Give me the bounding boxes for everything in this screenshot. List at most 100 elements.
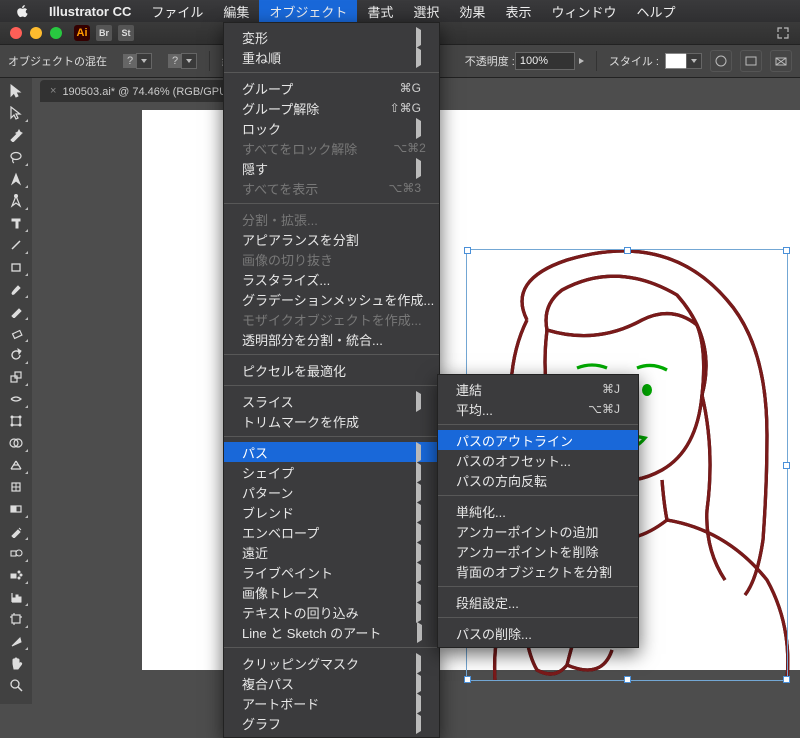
menu-item[interactable]: エンベロープ xyxy=(224,522,439,542)
stroke-dropdown[interactable] xyxy=(181,53,197,69)
tool-slice[interactable] xyxy=(2,630,30,652)
menu-item[interactable]: 複合パス xyxy=(224,673,439,693)
tool-perspective[interactable] xyxy=(2,454,30,476)
menu-edit[interactable]: 編集 xyxy=(213,0,259,22)
tool-width[interactable] xyxy=(2,388,30,410)
menu-item[interactable]: テキストの回り込み xyxy=(224,602,439,622)
tool-pen[interactable] xyxy=(2,168,30,190)
style-swatch[interactable] xyxy=(665,53,687,69)
document-tab[interactable]: × 190503.ai* @ 74.46% (RGB/GPU プ xyxy=(40,80,250,102)
menu-item[interactable]: アピアランスを分割 xyxy=(224,229,439,249)
menu-item[interactable]: 隠す xyxy=(224,158,439,178)
menu-item[interactable]: 遠近 xyxy=(224,542,439,562)
tools-panel xyxy=(0,78,32,704)
menu-item[interactable]: ブレンド xyxy=(224,502,439,522)
menu-item[interactable]: グループ⌘G xyxy=(224,78,439,98)
tool-rotate[interactable] xyxy=(2,344,30,366)
tool-curvature[interactable] xyxy=(2,190,30,212)
tool-direct-selection[interactable] xyxy=(2,102,30,124)
menu-object[interactable]: オブジェクト xyxy=(259,0,357,22)
tool-hand[interactable] xyxy=(2,652,30,674)
stock-panel-icon[interactable]: St xyxy=(118,25,134,41)
recolor-icon[interactable] xyxy=(710,50,732,72)
bridge-panel-icon[interactable]: Br xyxy=(96,25,112,41)
chevron-right-icon[interactable] xyxy=(579,58,584,64)
path-submenu: 連結⌘J平均...⌥⌘J パスのアウトラインパスのオフセット...パスの方向反転単… xyxy=(437,374,639,648)
menu-item[interactable]: 段組設定... xyxy=(438,592,638,612)
menu-item[interactable]: パスのオフセット... xyxy=(438,450,638,470)
menu-item[interactable]: パスの削除... xyxy=(438,623,638,643)
menu-item: 画像の切り抜き xyxy=(224,249,439,269)
tool-graph[interactable] xyxy=(2,586,30,608)
style-dropdown[interactable] xyxy=(686,53,702,69)
menu-item[interactable]: パスの方向反転 xyxy=(438,470,638,490)
fill-dropdown[interactable] xyxy=(136,53,152,69)
menu-item[interactable]: グループ解除⇧⌘G xyxy=(224,98,439,118)
menu-item[interactable]: 単純化... xyxy=(438,501,638,521)
menu-item[interactable]: Line と Sketch のアート xyxy=(224,622,439,642)
tool-artboard[interactable] xyxy=(2,608,30,630)
menu-select[interactable]: 選択 xyxy=(403,0,449,22)
menu-type[interactable]: 書式 xyxy=(357,0,403,22)
menu-item[interactable]: パスのアウトライン xyxy=(438,430,638,450)
close-icon[interactable] xyxy=(10,27,22,39)
tool-gradient[interactable] xyxy=(2,498,30,520)
tool-blend[interactable] xyxy=(2,542,30,564)
apple-icon[interactable] xyxy=(6,0,39,22)
tool-zoom[interactable] xyxy=(2,674,30,696)
menu-item[interactable]: クリッピングマスク xyxy=(224,653,439,673)
menu-window[interactable]: ウィンドウ xyxy=(541,0,626,22)
tool-selection[interactable] xyxy=(2,80,30,102)
menu-item[interactable]: ピクセルを最適化 xyxy=(224,360,439,380)
menu-help[interactable]: ヘルプ xyxy=(626,0,685,22)
menu-item[interactable]: パス xyxy=(224,442,439,462)
menu-item[interactable]: 画像トレース xyxy=(224,582,439,602)
menu-file[interactable]: ファイル xyxy=(141,0,213,22)
menu-effect[interactable]: 効果 xyxy=(449,0,495,22)
tool-shape-builder[interactable] xyxy=(2,432,30,454)
tool-rectangle[interactable] xyxy=(2,256,30,278)
menu-item[interactable]: シェイプ xyxy=(224,462,439,482)
tool-lasso[interactable] xyxy=(2,146,30,168)
tool-eyedropper[interactable] xyxy=(2,520,30,542)
tool-type[interactable] xyxy=(2,212,30,234)
tool-scale[interactable] xyxy=(2,366,30,388)
fill-swatch[interactable]: ? xyxy=(123,54,137,68)
minimize-icon[interactable] xyxy=(30,27,42,39)
app-name[interactable]: Illustrator CC xyxy=(39,0,141,22)
tool-free-transform[interactable] xyxy=(2,410,30,432)
menu-item[interactable]: 平均...⌥⌘J xyxy=(438,399,638,419)
tool-line[interactable] xyxy=(2,234,30,256)
menu-item[interactable]: 連結⌘J xyxy=(438,379,638,399)
menu-item[interactable]: グラフ xyxy=(224,713,439,733)
menu-item: すべてを表示⌥⌘3 xyxy=(224,178,439,198)
tool-symbol-sprayer[interactable] xyxy=(2,564,30,586)
transform-icon[interactable] xyxy=(770,50,792,72)
tool-paintbrush[interactable] xyxy=(2,278,30,300)
menu-item[interactable]: スライス xyxy=(224,391,439,411)
tool-mesh[interactable] xyxy=(2,476,30,498)
menu-item[interactable]: 透明部分を分割・統合... xyxy=(224,329,439,349)
menu-item[interactable]: 背面のオブジェクトを分割 xyxy=(438,561,638,581)
menu-item[interactable]: アンカーポイントの追加 xyxy=(438,521,638,541)
menu-item[interactable]: アートボード xyxy=(224,693,439,713)
tool-pencil[interactable] xyxy=(2,300,30,322)
menu-view[interactable]: 表示 xyxy=(495,0,541,22)
menu-item[interactable]: パターン xyxy=(224,482,439,502)
window-controls xyxy=(0,27,62,39)
menu-item[interactable]: トリムマークを作成 xyxy=(224,411,439,431)
menu-item[interactable]: ライブペイント xyxy=(224,562,439,582)
zoom-icon[interactable] xyxy=(50,27,62,39)
align-icon[interactable] xyxy=(740,50,762,72)
menu-item[interactable]: 重ね順 xyxy=(224,47,439,67)
menu-item[interactable]: ラスタライズ... xyxy=(224,269,439,289)
menu-item[interactable]: ロック xyxy=(224,118,439,138)
menu-item[interactable]: 変形 xyxy=(224,27,439,47)
stroke-swatch[interactable]: ? xyxy=(168,54,182,68)
expand-icon[interactable] xyxy=(776,26,790,40)
tool-magic-wand[interactable] xyxy=(2,124,30,146)
menu-item[interactable]: アンカーポイントを削除 xyxy=(438,541,638,561)
menu-item[interactable]: グラデーションメッシュを作成... xyxy=(224,289,439,309)
tool-eraser[interactable] xyxy=(2,322,30,344)
opacity-input[interactable] xyxy=(515,52,575,70)
